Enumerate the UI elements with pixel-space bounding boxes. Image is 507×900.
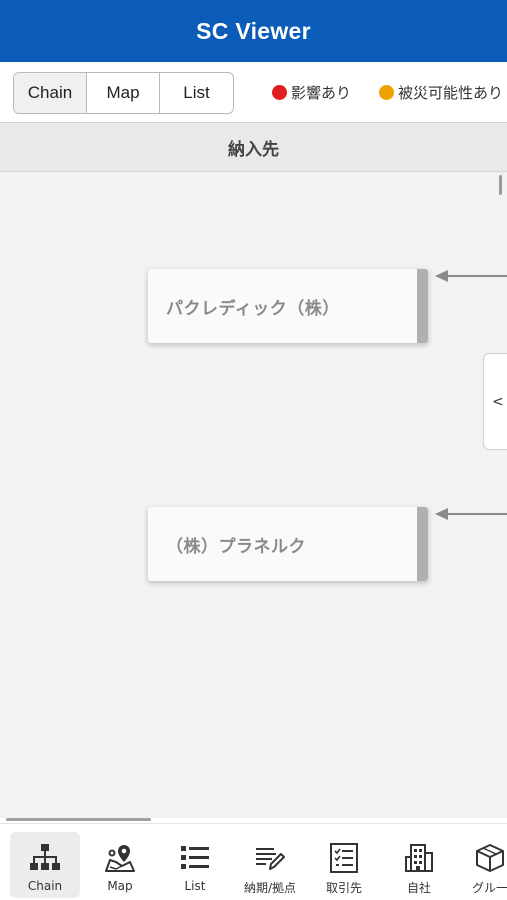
nav-label-group: グル一 — [471, 881, 507, 895]
nav-label-map: Map — [107, 879, 133, 893]
view-segmented-control: Chain Map List — [13, 72, 234, 114]
nav-label-list: List — [184, 879, 206, 893]
legend-label-affected: 影響あり — [291, 84, 352, 102]
nav-label-business-partners: 取引先 — [325, 881, 362, 895]
hierarchy-icon — [27, 840, 63, 876]
map-pin-icon — [102, 840, 138, 876]
nav-item-group[interactable]: グル一 — [455, 832, 507, 898]
bottom-nav: Chain Map List 納期/拠点 取引先 自社 グル一 — [0, 823, 507, 900]
tab-chain[interactable]: Chain — [14, 73, 87, 113]
nav-label-delivery-site: 納期/拠点 — [243, 881, 297, 895]
edit-lines-icon — [252, 840, 288, 876]
nav-item-map[interactable]: Map — [85, 832, 155, 898]
supplier-node[interactable]: パクレディック（株） — [148, 269, 428, 343]
nav-item-business-partners[interactable]: 取引先 — [309, 832, 379, 898]
legend-label-possible-damage: 被災可能性あり — [398, 84, 504, 102]
side-panel-toggle[interactable]: < — [483, 353, 507, 450]
vertical-scrollbar[interactable] — [499, 175, 502, 195]
nav-item-chain[interactable]: Chain — [10, 832, 80, 898]
legend-item-possible-damage: 被災可能性あり — [379, 82, 503, 103]
list-icon — [177, 840, 213, 876]
tab-list[interactable]: List — [160, 73, 233, 113]
legend-item-affected: 影響あり — [272, 82, 351, 103]
toolbar: Chain Map List 影響あり 被災可能性あり — [0, 62, 507, 122]
status-legend: 影響あり 被災可能性あり — [272, 82, 507, 103]
building-icon — [401, 840, 437, 876]
horizontal-scrollbar[interactable] — [6, 818, 151, 821]
connector-line — [446, 513, 507, 515]
app-title: SC Viewer — [196, 17, 311, 44]
red-dot-icon — [272, 85, 287, 100]
nav-item-list[interactable]: List — [160, 832, 230, 898]
supplier-node[interactable]: （株）プラネルク — [148, 507, 428, 581]
tab-map[interactable]: Map — [87, 73, 160, 113]
checklist-icon — [326, 840, 362, 876]
connector-line — [446, 275, 507, 277]
column-header-delivery-destination: 納入先 — [0, 122, 507, 172]
nav-label-own-company: 自社 — [406, 881, 431, 895]
nav-item-own-company[interactable]: 自社 — [384, 832, 454, 898]
node-status-bar — [417, 507, 428, 581]
supplier-node-label: パクレディック（株） — [166, 298, 340, 319]
box-icon — [472, 840, 507, 876]
nav-item-delivery-site[interactable]: 納期/拠点 — [235, 832, 305, 898]
chain-canvas[interactable]: パクレディック（株） （株）プラネルク < — [0, 172, 507, 822]
app-header: SC Viewer — [0, 0, 507, 62]
node-status-bar — [417, 269, 428, 343]
chevron-left-icon: < — [492, 393, 504, 410]
nav-label-chain: Chain — [27, 879, 63, 893]
supplier-node-label: （株）プラネルク — [166, 536, 306, 557]
orange-dot-icon — [379, 85, 395, 100]
